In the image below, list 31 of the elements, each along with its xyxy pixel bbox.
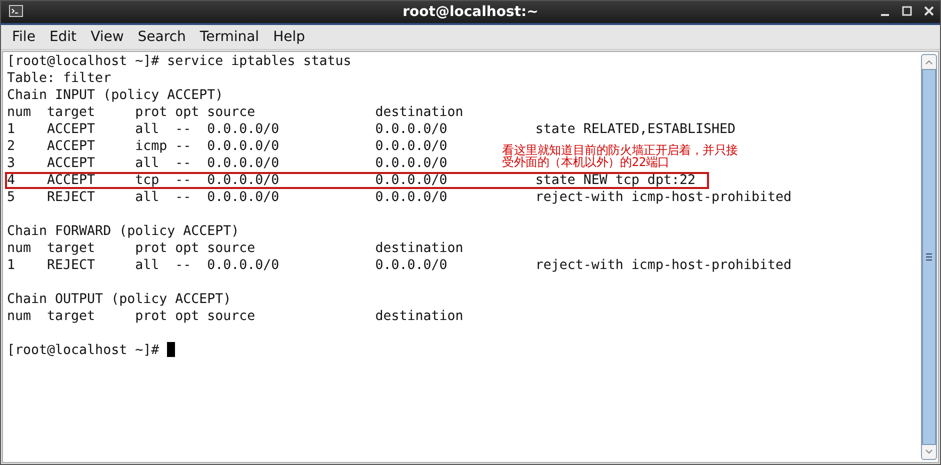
terminal-line: 1 ACCEPT all -- 0.0.0.0/0 0.0.0.0/0 state RELATED,ESTABLISHED: [7, 121, 736, 138]
maximize-icon[interactable]: [902, 5, 912, 17]
terminal-line: num target prot opt source destination: [7, 240, 464, 257]
terminal-line: [root@localhost ~]# service iptables status: [7, 53, 352, 70]
menu-item[interactable]: Edit: [42, 29, 84, 45]
menu-item[interactable]: View: [84, 29, 131, 45]
terminal-line: 3 ACCEPT all -- 0.0.0.0/0 0.0.0.0/0: [7, 155, 448, 172]
menu-item[interactable]: Terminal: [192, 29, 266, 45]
scrollbar-thumb[interactable]: [922, 69, 936, 445]
terminal-line: num target prot opt source destination: [7, 308, 464, 325]
terminal-line: 2 ACCEPT icmp -- 0.0.0.0/0 0.0.0.0/0: [7, 138, 448, 155]
window-title: root@localhost:~: [402, 4, 538, 20]
terminal-icon: [9, 5, 23, 17]
annotation: 看这里就知道目前的防火墙正开启着，并只接受外面的（本机以外）的22端口: [502, 144, 740, 168]
cursor: [167, 342, 176, 357]
terminal-line: num target prot opt source destination: [7, 104, 464, 121]
grip-icon: [926, 253, 932, 261]
menu-item[interactable]: File: [5, 29, 42, 45]
terminal-line: Chain INPUT (policy ACCEPT): [7, 87, 224, 104]
close-icon[interactable]: [924, 5, 934, 17]
scroll-down-icon[interactable]: [925, 449, 933, 455]
terminal-line: Table: filter: [7, 70, 112, 87]
prompt: [root@localhost ~]#: [7, 343, 160, 358]
terminal-line: Chain OUTPUT (policy ACCEPT): [7, 291, 232, 308]
terminal-line: 1 REJECT all -- 0.0.0.0/0 0.0.0.0/0 reject-with icmp-host-prohibited: [7, 257, 792, 274]
terminal-line: Chain FORWARD (policy ACCEPT): [7, 223, 240, 240]
scroll-up-icon[interactable]: [925, 59, 933, 65]
menu-item[interactable]: Search: [130, 29, 193, 45]
terminal-line: 5 REJECT all -- 0.0.0.0/0 0.0.0.0/0 reject-with icmp-host-prohibited: [7, 189, 792, 206]
menu-item[interactable]: Help: [266, 29, 312, 45]
scrollbar[interactable]: [921, 54, 937, 460]
